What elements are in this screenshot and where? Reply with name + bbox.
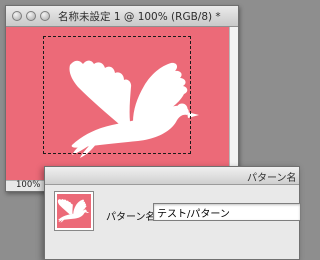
close-window-button[interactable] bbox=[12, 11, 22, 21]
pattern-thumbnail bbox=[54, 191, 94, 231]
zoom-level[interactable]: 100% bbox=[16, 180, 40, 190]
dialog-titlebar[interactable]: パターン名 bbox=[45, 167, 299, 185]
dialog-title: パターン名 bbox=[247, 173, 297, 184]
document-title: 名称未設定 1 @ 100% (RGB/8) * bbox=[58, 11, 221, 23]
document-canvas[interactable] bbox=[6, 27, 229, 180]
marquee-selection[interactable] bbox=[43, 36, 191, 154]
document-window: 名称未設定 1 @ 100% (RGB/8) * 100% bbox=[5, 5, 239, 192]
dove-icon bbox=[57, 199, 90, 223]
pattern-name-dialog: パターン名 パターン名： bbox=[44, 166, 301, 260]
zoom-window-button[interactable] bbox=[40, 11, 50, 21]
document-titlebar[interactable]: 名称未設定 1 @ 100% (RGB/8) * bbox=[6, 6, 238, 27]
vertical-scrollbar[interactable] bbox=[229, 27, 238, 180]
pattern-name-input[interactable] bbox=[153, 203, 301, 221]
minimize-window-button[interactable] bbox=[26, 11, 36, 21]
